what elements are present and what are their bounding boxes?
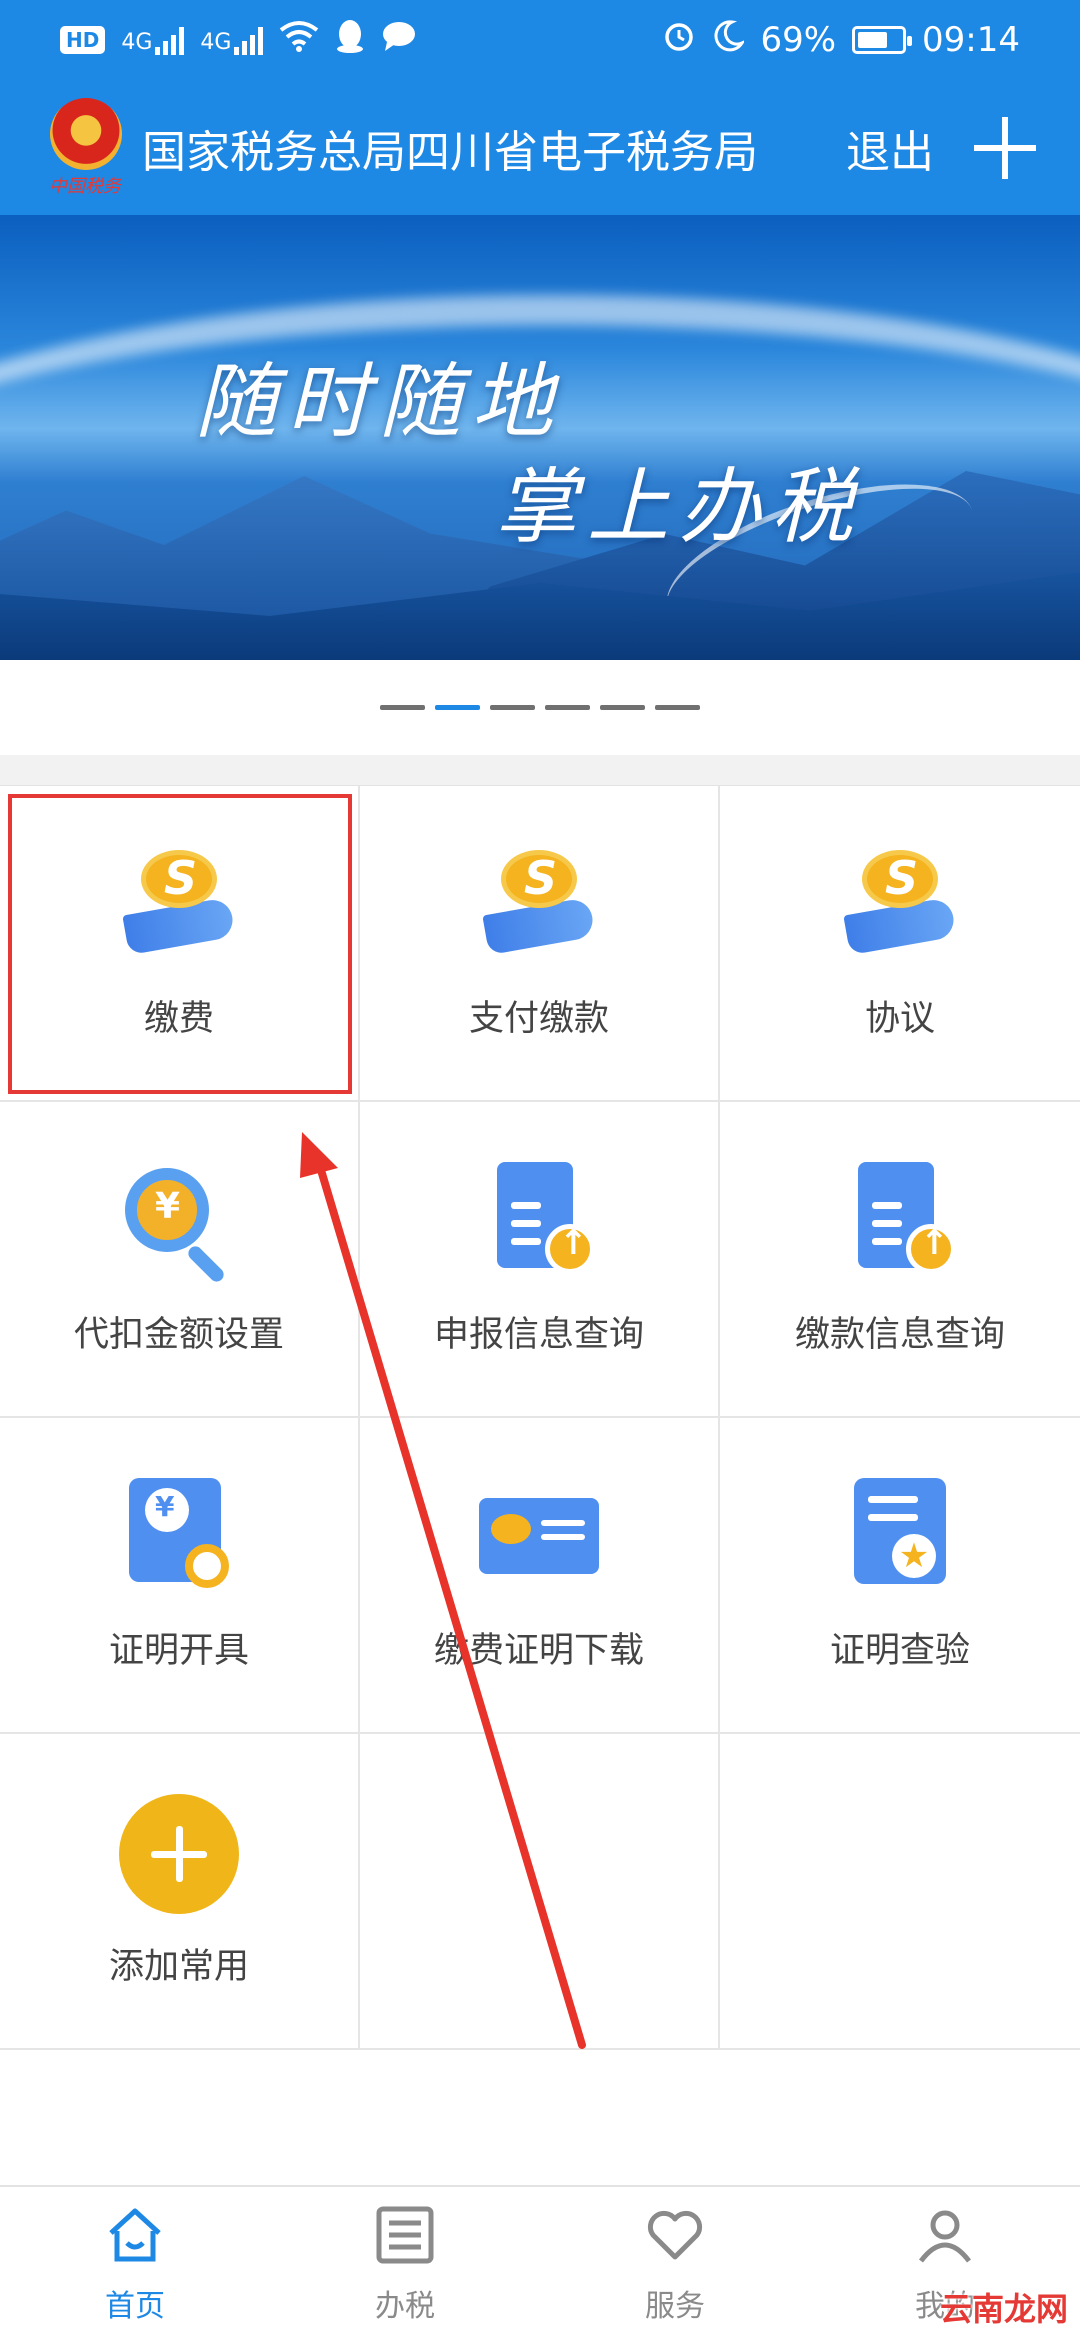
battery-icon (852, 26, 913, 54)
tax-emblem-icon: 中国税务 (40, 97, 130, 198)
emblem-disc (50, 97, 122, 170)
card-icon (479, 1478, 599, 1598)
service-item[interactable]: 缴款信息查询 (720, 1102, 1080, 1418)
signal-icon: 4G (200, 25, 264, 55)
service-item[interactable]: 证明开具 (0, 1418, 360, 1734)
status-left: HD 4G 4G (60, 19, 417, 62)
service-item[interactable]: 代扣金额设置 (0, 1102, 360, 1418)
pager-dot[interactable] (435, 705, 480, 710)
service-item[interactable]: 缴费证明下载 (360, 1418, 720, 1734)
service-item[interactable]: 添加常用 (0, 1734, 360, 2050)
watermark: 云南龙网 (939, 2290, 1068, 2328)
service-item-label: 证明查验 (829, 1630, 970, 1671)
banner-slogan-line2: 掌上办税 (495, 460, 863, 555)
banner-slogan-line1: 随时随地 (195, 355, 563, 450)
wifi-icon (279, 20, 319, 61)
document-upload-icon (479, 1161, 599, 1282)
hd-badge: HD (60, 26, 106, 54)
certificate-search-icon (119, 1477, 239, 1598)
magnifier-yen-icon (119, 1162, 239, 1285)
emblem-script: 中国税务 (49, 175, 121, 197)
pager-dot[interactable] (545, 705, 590, 710)
status-right: 69% 09:14 (662, 19, 1020, 62)
certificate-star-icon: ★ (840, 1477, 960, 1598)
home-icon (103, 2203, 167, 2281)
battery-percent: 69% (760, 20, 837, 60)
signal-label: 4G (121, 30, 153, 55)
coin-hand-icon (840, 846, 960, 966)
coin-hand-icon (479, 846, 599, 966)
battery-fill (858, 32, 887, 48)
message-icon (381, 20, 417, 61)
tab-label: 服务 (645, 2288, 705, 2324)
service-item[interactable]: 支付缴款 (360, 786, 720, 1102)
service-item-label: 缴费证明下载 (433, 1630, 644, 1671)
plus-icon[interactable] (970, 113, 1040, 183)
empty-grid-cell (720, 1734, 1080, 2050)
logout-button[interactable]: 退出 (846, 116, 934, 180)
service-item-label: 申报信息查询 (433, 1314, 644, 1355)
pager-dot[interactable] (490, 705, 535, 710)
service-item-label: 添加常用 (108, 1946, 249, 1987)
alarm-icon (662, 19, 696, 62)
document-upload-icon (840, 1161, 960, 1282)
add-circle-icon (119, 1793, 239, 1914)
service-item-label: 协议 (864, 998, 935, 1039)
moon-icon (712, 19, 747, 62)
service-item[interactable]: 缴费 (0, 786, 360, 1102)
service-grid: 缴费 支付缴款 协议代扣金额设置 申报信息查询 缴款信息查询证明开具 缴费证明下载 ★ 证明查… (0, 785, 1080, 2050)
tab-label: 首页 (105, 2288, 165, 2324)
app-title: 国家税务总局四川省电子税务局 (142, 126, 758, 178)
heart-icon (643, 2203, 707, 2281)
banner-pager (0, 660, 1080, 755)
clock-time: 09:14 (922, 20, 1020, 60)
empty-grid-cell (360, 1734, 720, 2050)
pager-dot[interactable] (600, 705, 645, 710)
service-item-label: 代扣金额设置 (73, 1314, 284, 1355)
tab-heart[interactable]: 服务 (540, 2187, 810, 2340)
app-header: 中国税务 国家税务总局四川省电子税务局 退出 (0, 80, 1080, 215)
bottom-navigation: 首页 办税 服务 我的 (0, 2185, 1080, 2340)
service-item-label: 支付缴款 (468, 998, 609, 1039)
pager-dot[interactable] (380, 705, 425, 710)
service-item[interactable]: ★ 证明查验 (720, 1418, 1080, 1734)
list-icon (373, 2203, 437, 2281)
qq-icon (335, 19, 365, 62)
tab-list[interactable]: 办税 (270, 2187, 540, 2340)
coin-hand-icon (119, 846, 239, 966)
service-item-label: 缴款信息查询 (794, 1314, 1005, 1355)
signal-label: 4G (200, 30, 232, 55)
status-bar: HD 4G 4G 69% 09:14 (0, 0, 1080, 80)
tab-label: 办税 (375, 2288, 435, 2324)
tab-home[interactable]: 首页 (0, 2187, 270, 2340)
service-item[interactable]: 申报信息查询 (360, 1102, 720, 1418)
signal-icon: 4G (121, 25, 185, 55)
pager-dot[interactable] (655, 705, 700, 710)
service-item-label: 证明开具 (108, 1630, 249, 1671)
section-divider (0, 755, 1080, 785)
service-item-label: 缴费 (143, 998, 214, 1039)
service-item[interactable]: 协议 (720, 786, 1080, 1102)
promo-banner[interactable]: 随时随地 掌上办税 (0, 215, 1080, 660)
user-icon (913, 2203, 977, 2281)
